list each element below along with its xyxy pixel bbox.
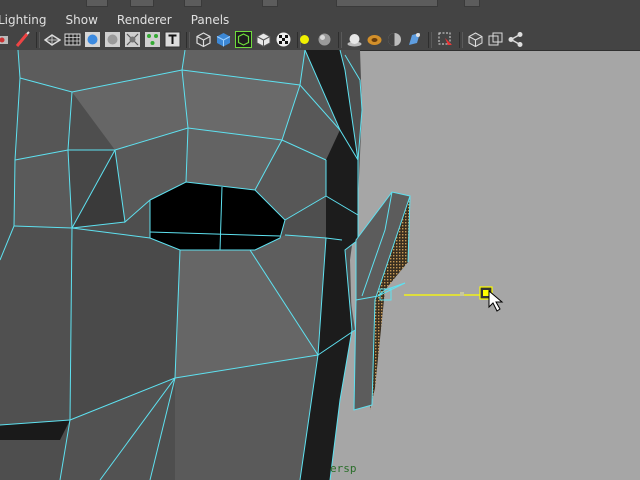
xray-box-icon[interactable] bbox=[487, 31, 504, 48]
move-manipulator[interactable] bbox=[379, 286, 504, 312]
camera-icon[interactable] bbox=[0, 31, 13, 48]
camera-name-label: ersp bbox=[330, 462, 357, 475]
checker-icon[interactable] bbox=[275, 31, 292, 48]
use-all-lights-icon[interactable] bbox=[346, 31, 363, 48]
texture-icon[interactable] bbox=[164, 31, 181, 48]
panel-menubar: Lighting Show Renderer Panels bbox=[0, 10, 640, 29]
menu-show[interactable]: Show bbox=[66, 13, 98, 27]
wireframe-on-shaded-icon[interactable] bbox=[124, 31, 141, 48]
status-line-button[interactable] bbox=[130, 0, 154, 7]
mesh-face[interactable] bbox=[15, 78, 72, 160]
toolbar-separator bbox=[459, 32, 463, 48]
mesh-face[interactable] bbox=[14, 150, 72, 228]
toolbar-separator bbox=[186, 32, 190, 48]
isolate-select-icon[interactable] bbox=[235, 31, 252, 48]
mesh-face[interactable] bbox=[0, 226, 72, 425]
status-line-button[interactable] bbox=[86, 0, 108, 7]
status-line-button[interactable] bbox=[184, 0, 202, 7]
smooth-shade-icon[interactable] bbox=[84, 31, 101, 48]
status-line-button[interactable] bbox=[262, 0, 278, 7]
wireframe-icon[interactable] bbox=[44, 31, 61, 48]
toolbar-separator bbox=[428, 32, 432, 48]
render-settings-icon[interactable] bbox=[406, 31, 423, 48]
cube-textured-icon[interactable] bbox=[255, 31, 272, 48]
ambient-occlusion-icon[interactable] bbox=[386, 31, 403, 48]
shadows-icon[interactable] bbox=[366, 31, 383, 48]
menu-renderer[interactable]: Renderer bbox=[117, 13, 172, 27]
paint-brush-icon[interactable] bbox=[14, 31, 31, 48]
status-line-field[interactable] bbox=[336, 0, 438, 7]
toolbar-separator bbox=[36, 32, 40, 48]
wireframe-box-icon[interactable] bbox=[467, 31, 484, 48]
menu-panels[interactable]: Panels bbox=[191, 13, 230, 27]
cube-outline-icon[interactable] bbox=[195, 31, 212, 48]
panel-toolbar bbox=[0, 29, 640, 51]
component-share-icon[interactable] bbox=[507, 31, 524, 48]
grid-icon[interactable] bbox=[64, 31, 81, 48]
sphere-shade-icon[interactable] bbox=[316, 31, 333, 48]
selection-highlight-icon[interactable] bbox=[437, 31, 454, 48]
xray-icon[interactable] bbox=[144, 31, 161, 48]
flat-shade-icon[interactable] bbox=[104, 31, 121, 48]
status-line-button[interactable] bbox=[464, 0, 480, 7]
toolbar-separator bbox=[338, 32, 342, 48]
menu-lighting[interactable]: Lighting bbox=[0, 13, 47, 27]
default-light-icon[interactable] bbox=[296, 31, 313, 48]
cube-solid-icon[interactable] bbox=[215, 31, 232, 48]
perspective-viewport[interactable] bbox=[0, 50, 640, 480]
